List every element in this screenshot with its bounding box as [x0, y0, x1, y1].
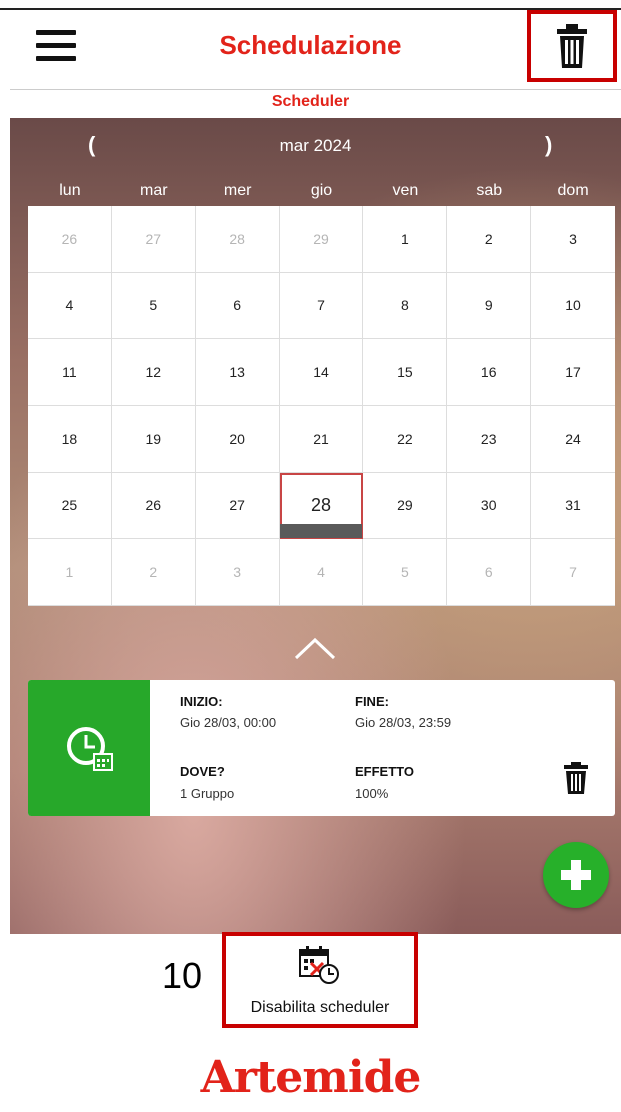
where-label: DOVE?	[180, 764, 225, 779]
calendar-day-selected[interactable]: 28	[279, 472, 364, 540]
weekday-label: ven	[392, 182, 419, 199]
chevron-up-icon[interactable]	[290, 632, 340, 662]
artemide-logo: Artemide	[200, 1052, 422, 1103]
calendar-grid: 26 27 28 29 1 2 3 4 5 6 7 8 9 10 11 12 13 14 15 16 17 18 19 20 2…	[28, 206, 615, 606]
add-schedule-button[interactable]	[543, 842, 609, 908]
end-value: Gio 28/03, 23:59	[355, 715, 452, 730]
calendar-day[interactable]: 12	[111, 339, 196, 406]
end-label: FINE:	[355, 694, 389, 709]
calendar-day[interactable]: 31	[531, 473, 615, 540]
effect-value: 100%	[355, 786, 389, 801]
disable-scheduler-button[interactable]: Disabilita scheduler	[222, 932, 418, 1028]
calendar-day[interactable]: 20	[195, 405, 280, 473]
calendar-day[interactable]: 6	[447, 539, 532, 606]
where-value: 1 Gruppo	[180, 786, 235, 801]
calendar-day[interactable]: 3	[531, 206, 615, 273]
calendar-day[interactable]: 29	[363, 472, 448, 540]
weekday-label: lun	[59, 182, 81, 199]
calendar-day[interactable]: 24	[531, 406, 615, 473]
calendar-day[interactable]: 28	[195, 206, 280, 273]
calendar-day[interactable]: 9	[447, 272, 532, 340]
calendar-day[interactable]: 27	[111, 206, 196, 273]
calendar-day[interactable]: 4	[28, 272, 112, 340]
plus-icon	[561, 860, 591, 890]
calendar-day[interactable]: 5	[363, 539, 448, 606]
effect-label: EFFETTO	[355, 764, 414, 779]
calendar-day[interactable]: 13	[195, 339, 280, 406]
header-divider	[10, 89, 621, 90]
calendar-day[interactable]: 29	[279, 206, 364, 273]
calendar-day[interactable]: 10	[531, 273, 615, 340]
calendar-disable-icon	[299, 946, 339, 984]
calendar-day[interactable]: 8	[363, 272, 448, 340]
weekday-label: mer	[223, 182, 252, 199]
calendar-day[interactable]: 2	[447, 206, 532, 273]
calendar-day[interactable]: 25	[28, 472, 112, 540]
month-label: mar 2024	[279, 136, 352, 155]
calendar-day[interactable]: 14	[279, 339, 364, 406]
step-number: 10	[162, 955, 203, 996]
disable-scheduler-label: Disabilita scheduler	[250, 999, 390, 1016]
weekday-header: lun mar mer gio ven sab dom	[28, 182, 615, 206]
schedule-icon-panel	[28, 680, 150, 816]
calendar-day[interactable]: 26	[28, 206, 112, 273]
calendar-day[interactable]: 23	[447, 405, 532, 473]
calendar-day[interactable]: 7	[279, 272, 364, 340]
calendar-day[interactable]: 4	[279, 539, 364, 606]
start-label: INIZIO:	[180, 694, 223, 709]
calendar-day[interactable]: 1	[363, 206, 448, 273]
calendar-day[interactable]: 18	[28, 405, 112, 473]
calendar-day[interactable]: 2	[111, 539, 196, 606]
calendar-day[interactable]: 17	[531, 339, 615, 406]
weekday-label: dom	[557, 182, 589, 199]
trash-icon	[557, 24, 587, 68]
calendar-day[interactable]: 30	[447, 472, 532, 540]
section-title: Scheduler	[271, 93, 350, 110]
calendar-day[interactable]: 1	[28, 539, 112, 606]
start-value: Gio 28/03, 00:00	[180, 715, 277, 730]
calendar-day[interactable]: 5	[111, 272, 196, 340]
calendar-day[interactable]: 27	[195, 472, 280, 540]
weekday-label: gio	[310, 182, 333, 199]
calendar-day[interactable]: 21	[279, 405, 364, 473]
delete-all-button[interactable]	[527, 10, 617, 82]
calendar-day[interactable]: 7	[531, 539, 615, 606]
weekday-label: sab	[476, 182, 503, 199]
calendar-day[interactable]: 16	[447, 339, 532, 406]
clock-calendar-icon	[67, 727, 113, 771]
schedule-card[interactable]: INIZIO: Gio 28/03, 00:00 FINE: Gio 28/03…	[28, 680, 615, 816]
trash-icon[interactable]	[562, 762, 590, 794]
weekday-label: mar	[140, 182, 168, 199]
calendar-day[interactable]: 6	[195, 272, 280, 340]
calendar-day[interactable]: 11	[28, 339, 112, 406]
calendar-day[interactable]: 26	[111, 472, 196, 540]
next-month-button[interactable]: )	[545, 132, 552, 158]
calendar-day[interactable]: 19	[111, 405, 196, 473]
calendar-day[interactable]: 22	[363, 405, 448, 473]
calendar-day[interactable]: 15	[363, 339, 448, 406]
calendar-day[interactable]: 3	[195, 539, 280, 606]
